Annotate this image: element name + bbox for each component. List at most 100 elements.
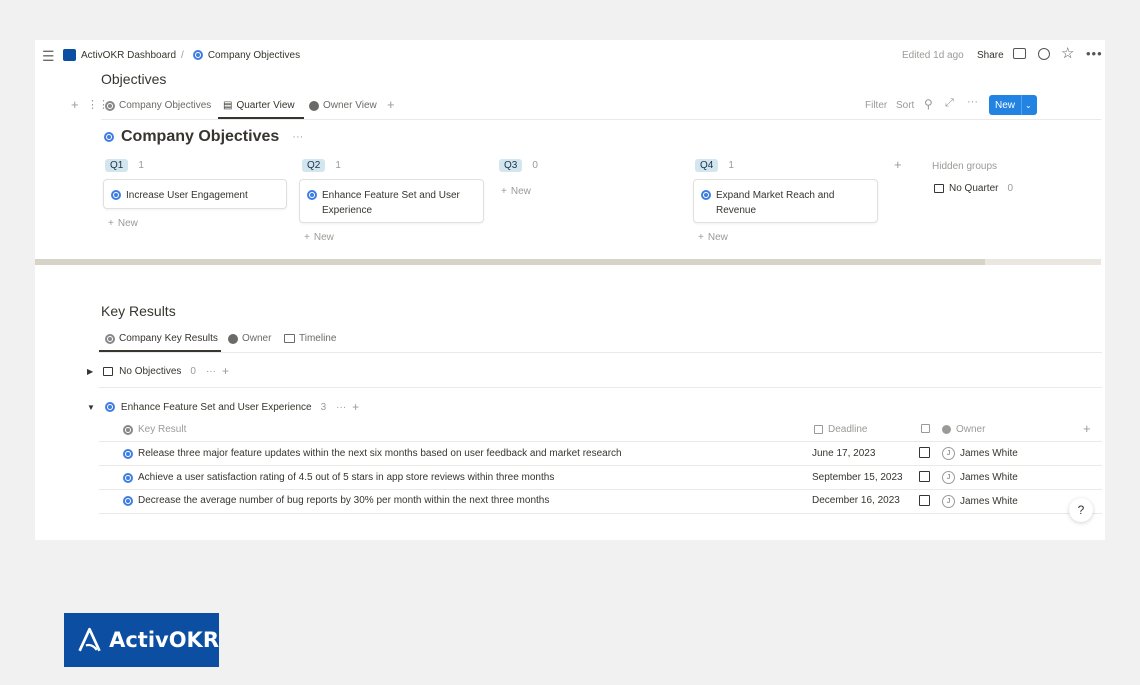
objective-card[interactable]: Increase User Engagement	[103, 179, 287, 209]
table-row[interactable]: Decrease the average number of bug repor…	[123, 495, 549, 506]
done-checkbox[interactable]	[919, 471, 930, 482]
more-icon[interactable]: •••	[1086, 46, 1103, 61]
share-button[interactable]: Share	[977, 50, 1004, 61]
tab-label: Owner View	[323, 100, 377, 111]
new-card-button[interactable]: + New	[698, 232, 728, 243]
history-icon[interactable]	[1038, 48, 1050, 60]
done-checkbox[interactable]	[919, 447, 930, 458]
tab-label: Company Key Results	[119, 333, 218, 344]
edited-status: Edited 1d ago	[902, 50, 964, 61]
objective-card[interactable]: Enhance Feature Set and User Experience	[299, 179, 484, 223]
chevron-down-icon[interactable]: ⌄	[1022, 101, 1032, 110]
filter-button[interactable]: Filter	[865, 100, 887, 111]
group-no-objectives[interactable]: ▶ No Objectives 0 ··· +	[87, 364, 229, 378]
table-row[interactable]: Release three major feature updates with…	[123, 448, 622, 459]
target-icon	[123, 424, 133, 435]
breadcrumb-page[interactable]: Company Objectives	[208, 50, 300, 61]
owner-name: James White	[960, 448, 1018, 459]
plus-icon[interactable]: +	[352, 400, 359, 414]
person-icon	[228, 333, 238, 344]
plus-icon: +	[501, 186, 507, 197]
board-icon: ▤	[223, 100, 233, 111]
tab-company-objectives[interactable]: Company Objectives	[105, 100, 211, 111]
card-title: Expand Market Reach and Revenue	[716, 190, 835, 216]
tab-quarter-view[interactable]: ▤ Quarter View	[223, 100, 295, 111]
more-icon[interactable]: ···	[336, 402, 346, 413]
triangle-down-icon[interactable]: ▼	[87, 403, 95, 412]
avatar: J	[942, 471, 955, 484]
inbox-icon	[934, 184, 944, 193]
checkbox-column-icon[interactable]	[921, 424, 930, 433]
menu-icon[interactable]: ☰	[42, 48, 55, 65]
card-title: Enhance Feature Set and User Experience	[322, 190, 460, 216]
tab-label: Owner	[242, 333, 272, 344]
tab-label: Quarter View	[236, 100, 295, 111]
column-header-key-result[interactable]: Key Result	[123, 424, 186, 435]
breadcrumb-root[interactable]: ActivOKR Dashboard	[81, 50, 176, 61]
owner-cell[interactable]: J James White	[942, 495, 1018, 508]
owner-cell[interactable]: J James White	[942, 447, 1018, 460]
hidden-groups-label: Hidden groups	[932, 161, 998, 172]
add-view-icon[interactable]: +	[387, 97, 395, 112]
comment-icon[interactable]	[1013, 48, 1026, 59]
new-button[interactable]: New ⌄	[989, 95, 1037, 115]
sort-button[interactable]: Sort	[896, 100, 914, 111]
card-title: Increase User Engagement	[126, 190, 248, 201]
divider	[99, 465, 1102, 466]
group-enhance-feature-set[interactable]: ▼ Enhance Feature Set and User Experienc…	[87, 400, 359, 414]
help-button[interactable]: ?	[1069, 498, 1093, 522]
board-group-header: Q2 1	[302, 159, 341, 172]
divider	[99, 352, 1102, 353]
expand-icon[interactable]: ⤢	[945, 97, 954, 110]
tab-company-key-results[interactable]: Company Key Results	[105, 333, 218, 344]
more-icon[interactable]: ···	[292, 131, 303, 143]
add-column-icon[interactable]: +	[1083, 421, 1091, 436]
person-icon	[942, 425, 951, 434]
owner-name: James White	[960, 472, 1018, 483]
new-card-button[interactable]: + New	[501, 186, 531, 197]
breadcrumb-separator: /	[181, 49, 184, 61]
plus-icon[interactable]: +	[222, 364, 229, 378]
board-group-header: Q3 0	[499, 159, 538, 172]
tab-timeline[interactable]: Timeline	[284, 333, 336, 344]
target-icon	[307, 190, 317, 200]
tab-owner-view[interactable]: Owner View	[309, 100, 377, 111]
group-count: 0	[190, 365, 196, 377]
more-icon[interactable]: ···	[967, 96, 978, 108]
calendar-icon	[814, 425, 823, 434]
more-icon[interactable]: ···	[206, 366, 216, 377]
search-icon[interactable]: ⚲	[924, 97, 933, 111]
avatar: J	[942, 495, 955, 508]
no-quarter-count: 0	[1007, 183, 1014, 194]
done-checkbox[interactable]	[919, 495, 930, 506]
scrollbar-thumb[interactable]	[35, 259, 985, 265]
target-icon	[104, 402, 115, 412]
column-header-owner[interactable]: Owner	[942, 424, 985, 435]
column-header-deadline[interactable]: Deadline	[814, 424, 867, 435]
table-row[interactable]: Achieve a user satisfaction rating of 4.…	[123, 472, 554, 483]
group-label: Enhance Feature Set and User Experience	[120, 401, 312, 413]
horizontal-scrollbar[interactable]	[35, 259, 1101, 265]
key-results-heading: Key Results	[101, 303, 176, 319]
hidden-group-no-quarter[interactable]: No Quarter 0	[934, 183, 1013, 194]
divider	[99, 489, 1102, 490]
add-group-icon[interactable]: +	[894, 157, 902, 172]
star-icon[interactable]: ☆	[1061, 44, 1074, 62]
plus-icon: +	[108, 218, 114, 229]
owner-cell[interactable]: J James White	[942, 471, 1018, 484]
person-icon	[309, 100, 319, 111]
add-block-icon[interactable]: +	[71, 97, 79, 112]
new-card-button[interactable]: + New	[108, 218, 138, 229]
new-button-label: New	[995, 99, 1016, 111]
triangle-right-icon[interactable]: ▶	[87, 367, 93, 376]
quarter-badge: Q4	[695, 159, 719, 172]
timeline-icon	[284, 334, 295, 343]
top-bar: ☰ ActivOKR Dashboard / Company Objective…	[35, 40, 1105, 70]
group-count: 1	[335, 160, 341, 171]
divider	[99, 513, 1102, 514]
inbox-icon	[103, 366, 114, 376]
objective-card[interactable]: Expand Market Reach and Revenue	[693, 179, 878, 223]
deadline-value: September 15, 2023	[812, 472, 903, 483]
new-card-button[interactable]: + New	[304, 232, 334, 243]
tab-owner[interactable]: Owner	[228, 333, 271, 344]
